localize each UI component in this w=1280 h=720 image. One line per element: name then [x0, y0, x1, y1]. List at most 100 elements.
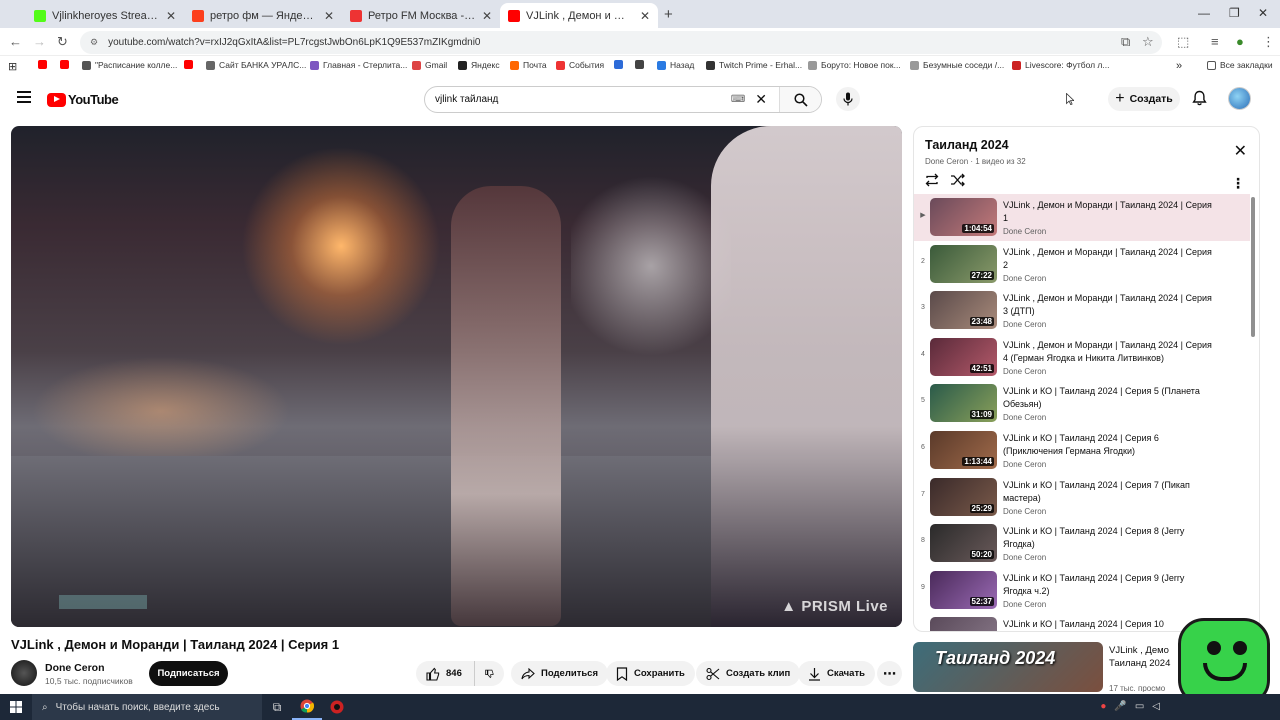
- playlist-item-thumbnail[interactable]: 52:37: [930, 570, 997, 609]
- clip-button[interactable]: Создать клип: [696, 661, 801, 686]
- all-bookmarks[interactable]: Все закладки: [1207, 60, 1273, 70]
- playlist-item-thumbnail[interactable]: 25:29: [930, 477, 997, 516]
- extensions-icon[interactable]: ⬚: [1177, 34, 1189, 50]
- bookmark-item[interactable]: Главная - Стерлита...: [310, 60, 407, 70]
- bookmark-item[interactable]: [614, 60, 627, 69]
- playlist-item[interactable]: 9 52:37 VJLink и КО | Таиланд 2024 | Серия…: [914, 567, 1250, 614]
- account-avatar[interactable]: [1228, 87, 1251, 110]
- share-button[interactable]: Поделиться: [511, 661, 609, 686]
- browser-tab[interactable]: VJLink , Демон и Моранди... ✕: [500, 3, 658, 28]
- browser-tab[interactable]: Vjlinkheroyes Stream - Watch L... ✕: [26, 3, 184, 28]
- bookmark-item[interactable]: Боруто: Новое пок...: [808, 60, 901, 70]
- bookmarks-overflow-icon[interactable]: »: [1176, 60, 1182, 72]
- bookmark-item[interactable]: События: [556, 60, 604, 70]
- volume-tray-icon[interactable]: ◁: [1152, 701, 1160, 712]
- playlist-item-thumbnail[interactable]: 42:51: [930, 337, 997, 376]
- bookmark-item[interactable]: [38, 60, 51, 69]
- tray-app-icon[interactable]: ●: [1100, 701, 1106, 712]
- close-playlist-icon[interactable]: ✕: [1234, 141, 1247, 161]
- recommended-thumbnail[interactable]: Таиланд 2024: [913, 642, 1103, 692]
- bookmark-item[interactable]: Безумные соседи /...: [910, 60, 1004, 70]
- bookmark-item[interactable]: Назад: [657, 60, 694, 70]
- dislike-button[interactable]: [474, 661, 504, 686]
- playlist-item-thumbnail[interactable]: 27:22: [930, 244, 997, 283]
- loop-icon[interactable]: [924, 173, 940, 187]
- search-input[interactable]: [425, 88, 731, 111]
- playlist-scrollbar[interactable]: [1251, 197, 1255, 337]
- playlist-title[interactable]: Таиланд 2024: [925, 138, 1009, 152]
- channel-name[interactable]: Done Ceron: [45, 662, 105, 674]
- bookmark-star-icon[interactable]: ☆: [1142, 34, 1154, 50]
- subscribe-button[interactable]: Подписаться: [149, 661, 228, 686]
- bookmark-item[interactable]: Livescore: Футбол л...: [1012, 60, 1109, 70]
- address-bar[interactable]: ⚙ youtube.com/watch?v=rxIJ2qGxItA&list=P…: [80, 31, 1162, 54]
- download-button[interactable]: Скачать: [798, 661, 875, 686]
- bookmark-item[interactable]: Яндекс: [458, 60, 500, 70]
- menu-hamburger-icon[interactable]: [17, 91, 31, 106]
- install-icon[interactable]: ⧉: [1121, 34, 1130, 50]
- playlist-item-thumbnail[interactable]: 1:04:54: [930, 198, 997, 236]
- close-tab-icon[interactable]: ✕: [324, 9, 334, 23]
- close-tab-icon[interactable]: ✕: [166, 9, 176, 23]
- bookmark-item[interactable]: Twitch Prime - Erhal...: [706, 60, 802, 70]
- playlist-item[interactable]: 7 25:29 VJLink и КО | Таиланд 2024 | Серия…: [914, 474, 1250, 521]
- playlist-item-thumbnail[interactable]: 1:13:44: [930, 430, 997, 469]
- playlist-item[interactable]: 3 23:48 VJLink , Демон и Моранди | Таиланд…: [914, 287, 1250, 334]
- bookmark-item[interactable]: [60, 60, 73, 69]
- maximize-button[interactable]: ❐: [1229, 6, 1240, 20]
- save-button[interactable]: Сохранить: [606, 661, 695, 686]
- more-actions-button[interactable]: ⋯: [877, 661, 902, 686]
- search-button[interactable]: [779, 87, 821, 112]
- thumbs-up-icon: [426, 667, 440, 681]
- bookmark-item[interactable]: Gmail: [412, 60, 447, 70]
- app-taskbar-icon[interactable]: [322, 694, 352, 720]
- playlist-item[interactable]: ▶ 1:04:54 VJLink , Демон и Моранди | Таила…: [914, 194, 1250, 241]
- back-icon[interactable]: ←: [9, 34, 22, 49]
- video-player[interactable]: ▲ PRISM Live: [11, 126, 902, 627]
- browser-tab[interactable]: Ретро FM Москва - слушать о... ✕: [342, 3, 500, 28]
- bookmark-item[interactable]: [184, 60, 197, 69]
- keyboard-icon[interactable]: ⌨: [731, 94, 745, 105]
- taskbar-search[interactable]: ⌕ Чтобы начать поиск, введите здесь: [32, 694, 262, 720]
- task-view-icon[interactable]: ⧉: [262, 694, 292, 720]
- profile-icon[interactable]: ●: [1236, 34, 1244, 49]
- playlist-item-thumbnail[interactable]: 50:20: [930, 524, 997, 563]
- site-info-icon[interactable]: ⚙: [90, 37, 98, 48]
- close-tab-icon[interactable]: ✕: [640, 9, 650, 23]
- playlist-item-thumbnail[interactable]: [930, 617, 997, 631]
- voice-search-button[interactable]: [836, 87, 860, 111]
- playlist-item-thumbnail[interactable]: 31:09: [930, 384, 997, 423]
- new-tab-button[interactable]: +: [664, 6, 673, 23]
- playlist-item[interactable]: 2 27:22 VJLink , Демон и Моранди | Таиланд…: [914, 241, 1250, 288]
- reload-icon[interactable]: ↻: [57, 34, 68, 50]
- close-tab-icon[interactable]: ✕: [482, 9, 492, 23]
- network-tray-icon[interactable]: ▭: [1135, 701, 1144, 712]
- playlist-item[interactable]: 6 1:13:44 VJLink и КО | Таиланд 2024 | Сер…: [914, 427, 1250, 474]
- notifications-bell-icon[interactable]: [1192, 90, 1207, 111]
- minimize-button[interactable]: —: [1198, 6, 1210, 20]
- playlist-item[interactable]: 4 42:51 VJLink , Демон и Моранди | Таиланд…: [914, 334, 1250, 381]
- microphone-tray-icon[interactable]: 🎤: [1114, 701, 1126, 712]
- chrome-taskbar-icon[interactable]: [292, 694, 322, 720]
- shuffle-icon[interactable]: [950, 173, 966, 187]
- bookmark-item[interactable]: [635, 60, 648, 69]
- apps-grid-icon[interactable]: ⊞: [8, 60, 17, 73]
- create-button[interactable]: + Создать: [1108, 87, 1180, 111]
- playlist-item[interactable]: 5 31:09 VJLink и КО | Таиланд 2024 | Серия…: [914, 380, 1250, 427]
- bookmark-item[interactable]: Почта: [510, 60, 547, 70]
- windows-start-button[interactable]: [0, 701, 32, 713]
- forward-icon[interactable]: →: [33, 34, 46, 49]
- bookmark-item[interactable]: "Расписание колле...: [82, 60, 177, 70]
- clear-search-icon[interactable]: ✕: [755, 91, 767, 108]
- youtube-logo[interactable]: YouTube: [47, 92, 119, 107]
- reading-list-icon[interactable]: ≡: [1211, 34, 1219, 49]
- channel-avatar[interactable]: [11, 660, 37, 686]
- close-window-button[interactable]: ✕: [1258, 6, 1268, 20]
- like-button[interactable]: 846: [416, 661, 474, 686]
- bookmark-item[interactable]: Сайт БАНКА УРАЛС...: [206, 60, 306, 70]
- playlist-more-icon[interactable]: ⋮: [1231, 175, 1245, 192]
- playlist-item-thumbnail[interactable]: 23:48: [930, 291, 997, 330]
- browser-tab[interactable]: ретро фм — Яндекс: нашлось... ✕: [184, 3, 342, 28]
- playlist-item[interactable]: 8 50:20 VJLink и КО | Таиланд 2024 | Серия…: [914, 520, 1250, 567]
- menu-icon[interactable]: ⋮: [1262, 34, 1275, 50]
